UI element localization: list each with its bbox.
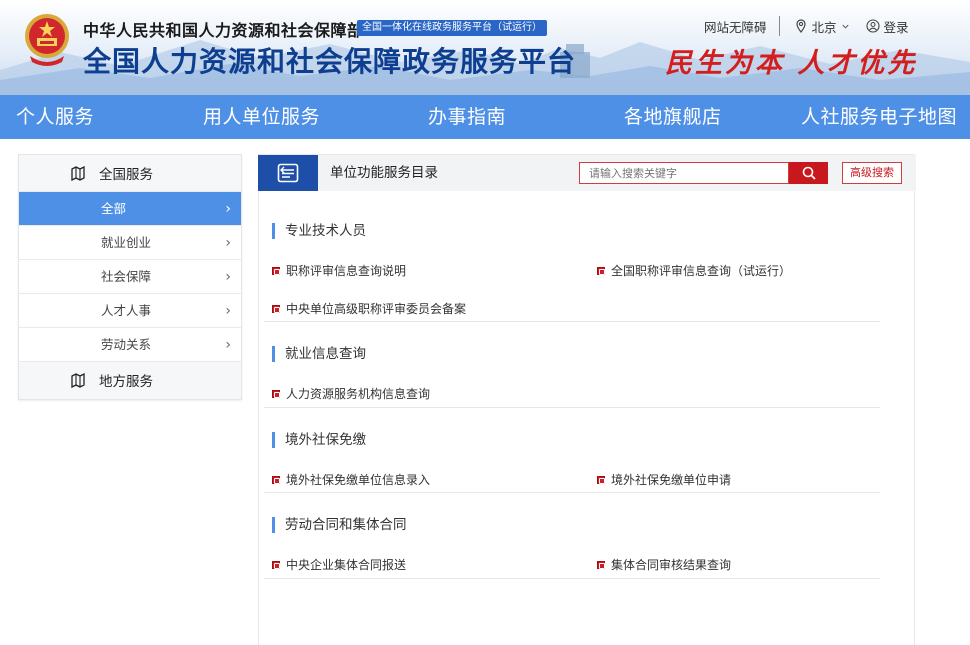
search-icon [802, 166, 816, 180]
nav-service-guide[interactable]: 办事指南 [428, 95, 506, 139]
sidebar-item-talent[interactable]: 人才人事 › [19, 293, 241, 327]
slogan: 民生为本 人才优先 [665, 48, 918, 79]
bullet-icon [272, 266, 280, 275]
sidebar-item-social-security[interactable]: 社会保障 › [19, 259, 241, 293]
service-link[interactable]: 境外社保免缴单位信息录入 [272, 471, 430, 488]
bullet-icon [272, 560, 280, 569]
section-title: 境外社保免缴 [272, 432, 366, 448]
search-input[interactable] [579, 162, 789, 184]
top-links: 网站无障碍 北京 登录 [704, 16, 909, 36]
bullet-icon [597, 266, 605, 275]
sidebar-group-local[interactable]: 地方服务 [19, 361, 241, 397]
sidebar-group-label: 地方服务 [99, 373, 153, 390]
section-labor-contract: 劳动合同和集体合同 中央企业集体合同报送 集体合同审核结果查询 [264, 493, 880, 579]
map-icon [71, 166, 85, 181]
service-label: 人力资源服务机构信息查询 [286, 387, 431, 401]
location-label: 北京 [811, 19, 837, 35]
service-link[interactable]: 中央单位高级职称评审委员会备案 [272, 300, 466, 317]
sidebar-group-label: 全国服务 [99, 167, 153, 183]
service-label: 职称评审信息查询说明 [286, 264, 407, 278]
service-link[interactable]: 全国职称评审信息查询（试运行） [597, 262, 791, 279]
nav-personal-services[interactable]: 个人服务 [16, 95, 94, 139]
sidebar-group-national[interactable]: 全国服务 [19, 155, 241, 191]
bullet-icon [272, 389, 280, 398]
section-title: 专业技术人员 [272, 223, 366, 239]
catalog-icon [277, 163, 299, 183]
nav-regional-stores[interactable]: 各地旗舰店 [624, 95, 722, 139]
chevron-down-icon [841, 24, 849, 29]
chevron-right-icon: › [225, 201, 231, 217]
sidebar-item-label: 全部 [101, 201, 127, 216]
accessibility-link[interactable]: 网站无障碍 [704, 17, 767, 36]
service-link[interactable]: 职称评审信息查询说明 [272, 262, 406, 279]
sidebar-item-label: 劳动关系 [101, 337, 152, 352]
sidebar: 全国服务 全部 › 就业创业 › 社会保障 › 人才人事 › 劳动关系 › 地方… [18, 154, 242, 400]
divider [778, 16, 780, 36]
bullet-icon [597, 560, 605, 569]
chevron-right-icon: › [225, 303, 231, 319]
service-link[interactable]: 人力资源服务机构信息查询 [272, 385, 430, 402]
service-label: 境外社保免缴单位申请 [611, 473, 732, 487]
header-banner: 中华人民共和国人力资源和社会保障部 全国一体化在线政务服务平台（试运行） 全国人… [0, 0, 970, 95]
service-link[interactable]: 集体合同审核结果查询 [597, 556, 731, 573]
user-icon [865, 19, 880, 33]
panel-header: 单位功能服务目录 高级搜索 [258, 155, 916, 191]
service-catalog-panel: 单位功能服务目录 高级搜索 专业技术人员 职称评审信息查询说明 全国职称评审信息… [258, 154, 916, 645]
chevron-right-icon: › [225, 269, 231, 285]
search-button[interactable] [789, 162, 828, 184]
service-link[interactable]: 中央企业集体合同报送 [272, 556, 406, 573]
advanced-search-button[interactable]: 高级搜索 [842, 162, 902, 184]
national-emblem-icon [25, 14, 69, 66]
chevron-right-icon: › [225, 337, 231, 353]
service-label: 中央企业集体合同报送 [286, 558, 407, 572]
section-employment-query: 就业信息查询 人力资源服务机构信息查询 [264, 322, 880, 408]
section-title: 劳动合同和集体合同 [272, 517, 407, 533]
catalog-icon-box [258, 155, 318, 191]
section-title: 就业信息查询 [272, 346, 366, 362]
sidebar-item-employment[interactable]: 就业创业 › [19, 225, 241, 259]
login-label: 登录 [883, 19, 909, 35]
sidebar-item-labor-relations[interactable]: 劳动关系 › [19, 327, 241, 361]
nav-employer-services[interactable]: 用人单位服务 [203, 95, 320, 139]
bullet-icon [272, 304, 280, 313]
sidebar-item-label: 人才人事 [101, 303, 152, 318]
login-link[interactable]: 登录 [865, 17, 909, 36]
map-icon [71, 373, 85, 388]
location-selector[interactable]: 北京 [794, 17, 850, 36]
section-overseas-exemption: 境外社保免缴 境外社保免缴单位信息录入 境外社保免缴单位申请 [264, 408, 880, 493]
main-nav: 个人服务 用人单位服务 办事指南 各地旗舰店 人社服务电子地图 [0, 95, 970, 139]
service-label: 中央单位高级职称评审委员会备案 [286, 302, 467, 316]
service-label: 集体合同审核结果查询 [611, 558, 732, 572]
service-label: 全国职称评审信息查询（试运行） [611, 264, 792, 278]
location-pin-icon [795, 19, 806, 33]
sidebar-item-label: 就业创业 [101, 235, 152, 250]
panel-title: 单位功能服务目录 [330, 165, 438, 181]
ministry-name: 中华人民共和国人力资源和社会保障部 [83, 21, 364, 40]
nav-service-map[interactable]: 人社服务电子地图 [801, 95, 957, 139]
chevron-right-icon: › [225, 235, 231, 251]
bullet-icon [272, 475, 280, 484]
sidebar-item-all[interactable]: 全部 › [19, 191, 241, 225]
platform-tag: 全国一体化在线政务服务平台（试运行） [357, 20, 547, 36]
service-link[interactable]: 境外社保免缴单位申请 [597, 471, 731, 488]
service-label: 境外社保免缴单位信息录入 [286, 473, 431, 487]
bullet-icon [597, 475, 605, 484]
section-professional-tech: 专业技术人员 职称评审信息查询说明 全国职称评审信息查询（试运行） 中央单位高级… [264, 191, 880, 322]
sidebar-item-label: 社会保障 [101, 269, 152, 284]
site-title[interactable]: 全国人力资源和社会保障政务服务平台 [83, 40, 576, 80]
